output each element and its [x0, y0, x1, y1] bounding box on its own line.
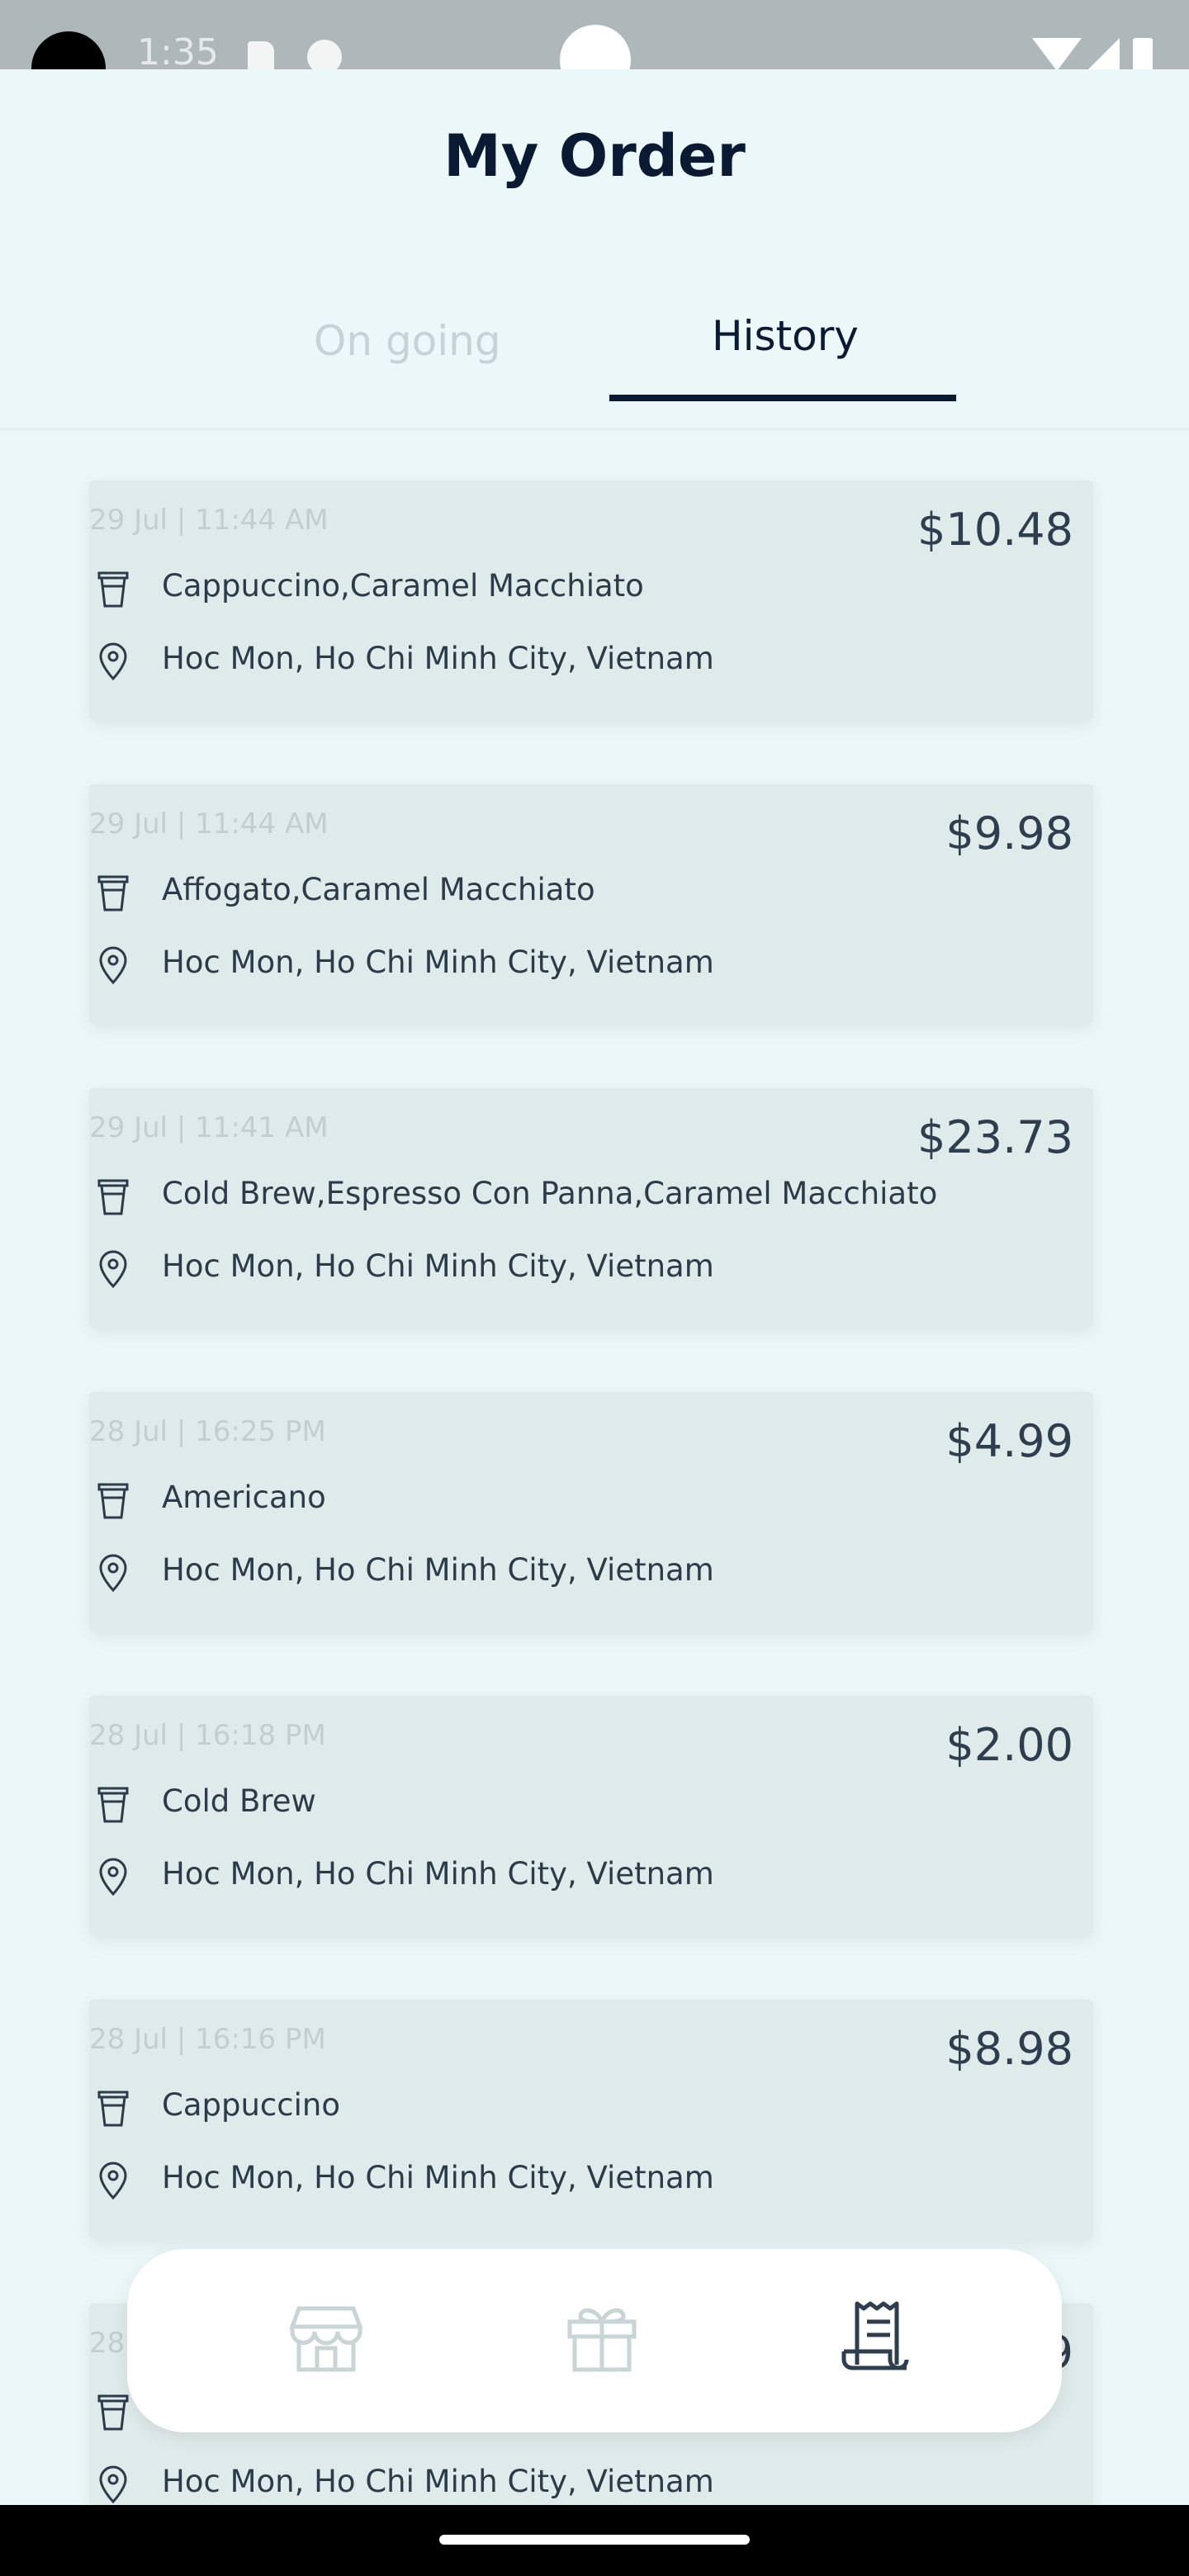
- location-pin-icon: [99, 946, 127, 985]
- system-navigation-bar: [0, 2505, 1189, 2576]
- order-price: $8.98: [945, 2023, 1073, 2075]
- tab-on-going[interactable]: On going: [314, 317, 501, 365]
- order-items-row: Americano: [89, 1475, 1080, 1524]
- location-pin-icon: [99, 2162, 127, 2200]
- location-pin-icon: [99, 1858, 127, 1896]
- order-price: $10.48: [917, 504, 1073, 556]
- order-items: Cappuccino: [162, 2087, 340, 2123]
- cup-icon: [97, 875, 129, 912]
- order-address-row: Hoc Mon, Ho Chi Minh City, Vietnam: [89, 940, 1080, 989]
- order-price: $4.99: [945, 1415, 1073, 1467]
- order-date: 28 Jul | 16:25 PM: [89, 1415, 326, 1448]
- order-date: 29 Jul | 11:44 AM: [89, 504, 329, 537]
- order-address-row: Hoc Mon, Ho Chi Minh City, Vietnam: [89, 1547, 1080, 1597]
- active-tab-indicator: [609, 395, 956, 401]
- cup-icon: [97, 1787, 129, 1823]
- order-items-row: Cold Brew: [89, 1778, 1080, 1828]
- location-pin-icon: [99, 2465, 127, 2504]
- wifi-icon: [1032, 38, 1082, 71]
- store-icon[interactable]: [281, 2292, 372, 2383]
- order-items: Cold Brew,Espresso Con Panna,Caramel Mac…: [162, 1176, 938, 1211]
- order-date: 29 Jul | 11:44 AM: [89, 807, 329, 841]
- order-items: Affogato,Caramel Macchiato: [162, 872, 595, 907]
- order-address-row: Hoc Mon, Ho Chi Minh City, Vietnam: [89, 2155, 1080, 2204]
- tabs-divider: [0, 428, 1189, 431]
- home-indicator[interactable]: [439, 2535, 750, 2545]
- order-address-row: Hoc Mon, Ho Chi Minh City, Vietnam: [89, 636, 1080, 685]
- cup-icon: [97, 2394, 129, 2431]
- order-address: Hoc Mon, Ho Chi Minh City, Vietnam: [162, 1856, 714, 1892]
- receipt-icon[interactable]: [832, 2292, 923, 2383]
- order-items-row: Cappuccino,Caramel Macchiato: [89, 563, 1080, 613]
- cup-icon: [97, 2091, 129, 2127]
- order-card[interactable]: 29 Jul | 11:44 AM $9.98 Affogato,Caramel…: [89, 784, 1093, 1024]
- order-address: Hoc Mon, Ho Chi Minh City, Vietnam: [162, 1552, 714, 1588]
- order-date: 29 Jul | 11:41 AM: [89, 1111, 329, 1144]
- status-time: 1:35: [137, 31, 219, 73]
- page-title: My Order: [443, 122, 746, 190]
- bottom-navigation: [127, 2249, 1062, 2432]
- order-price: $9.98: [945, 807, 1073, 859]
- order-address: Hoc Mon, Ho Chi Minh City, Vietnam: [162, 945, 714, 980]
- order-address-row: Hoc Mon, Ho Chi Minh City, Vietnam: [89, 1243, 1080, 1293]
- location-pin-icon: [99, 642, 127, 681]
- order-items-row: Cold Brew,Espresso Con Panna,Caramel Mac…: [89, 1171, 1080, 1220]
- order-date: 28: [89, 2327, 126, 2360]
- order-card[interactable]: 28 Jul | 16:16 PM $8.98 Cappuccino Hoc M…: [89, 2000, 1093, 2239]
- order-card[interactable]: 29 Jul | 11:44 AM $10.48 Cappuccino,Cara…: [89, 481, 1093, 720]
- order-address: Hoc Mon, Ho Chi Minh City, Vietnam: [162, 641, 714, 676]
- order-address-row: Hoc Mon, Ho Chi Minh City, Vietnam: [89, 1851, 1080, 1901]
- order-items: Americano: [162, 1480, 326, 1515]
- order-address-row: Hoc Mon, Ho Chi Minh City, Vietnam: [89, 2459, 1080, 2508]
- location-pin-icon: [99, 1250, 127, 1289]
- order-address: Hoc Mon, Ho Chi Minh City, Vietnam: [162, 1248, 714, 1284]
- gift-icon[interactable]: [557, 2292, 647, 2383]
- order-tabs: On going History: [0, 305, 1189, 405]
- order-date: 28 Jul | 16:16 PM: [89, 2023, 326, 2056]
- order-card[interactable]: 29 Jul | 11:41 AM $23.73 Cold Brew,Espre…: [89, 1088, 1093, 1328]
- order-date: 28 Jul | 16:18 PM: [89, 1719, 326, 1752]
- cup-icon: [97, 1179, 129, 1215]
- order-items: Cold Brew: [162, 1783, 316, 1819]
- order-items-row: Affogato,Caramel Macchiato: [89, 867, 1080, 916]
- order-card[interactable]: 28 Jul | 16:18 PM $2.00 Cold Brew Hoc Mo…: [89, 1696, 1093, 1935]
- tab-history[interactable]: History: [712, 312, 859, 360]
- cup-icon: [97, 1483, 129, 1519]
- order-price: $23.73: [917, 1111, 1073, 1163]
- order-items-row: Cappuccino: [89, 2082, 1080, 2132]
- order-address: Hoc Mon, Ho Chi Minh City, Vietnam: [162, 2464, 714, 2499]
- location-pin-icon: [99, 1554, 127, 1593]
- order-card[interactable]: 28 Jul | 16:25 PM $4.99 Americano Hoc Mo…: [89, 1392, 1093, 1631]
- order-price: $2.00: [945, 1719, 1073, 1771]
- sd-card-icon: [248, 41, 274, 73]
- cup-icon: [97, 571, 129, 608]
- signal-icon: [1087, 38, 1120, 71]
- order-items: Cappuccino,Caramel Macchiato: [162, 568, 644, 604]
- order-address: Hoc Mon, Ho Chi Minh City, Vietnam: [162, 2160, 714, 2195]
